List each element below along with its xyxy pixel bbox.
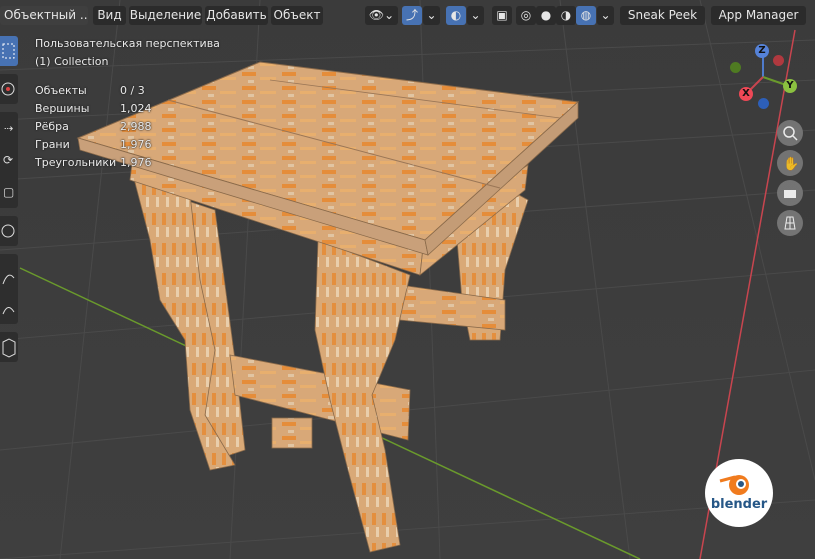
- stat-value: 1,024: [120, 102, 152, 115]
- blender-logo-text: blender: [710, 497, 768, 512]
- menu-add[interactable]: Добавить: [205, 6, 268, 25]
- cursor-icon: [1, 82, 15, 96]
- zoom-button[interactable]: [777, 120, 803, 146]
- blender-app: Объектный ... ⌄ Вид Выделение Добавить О…: [0, 0, 815, 559]
- solid-sphere-icon: ●: [540, 8, 552, 22]
- cube-icon: [2, 338, 16, 358]
- axis-y-ball[interactable]: Y: [783, 79, 797, 93]
- stat-label: Треугольники: [35, 156, 117, 169]
- axis-neg-y-ball[interactable]: [730, 62, 741, 73]
- wireframe-sphere-icon: ◎: [520, 8, 532, 22]
- cursor-tool[interactable]: [0, 74, 18, 104]
- select-box-icon: [2, 43, 15, 59]
- gizmo-icon: ⤴: [405, 8, 418, 22]
- xray-toggle-button[interactable]: ▣: [492, 6, 512, 25]
- viewport-header: Объектный ... ⌄ Вид Выделение Добавить О…: [0, 3, 815, 26]
- stat-value: 1,976: [120, 138, 152, 151]
- hand-icon: ✋: [783, 156, 799, 172]
- camera-icon: [784, 190, 796, 198]
- menu-object[interactable]: Объект: [271, 6, 323, 25]
- grid-icon: [784, 216, 796, 230]
- svg-text:⇢: ⇢: [4, 122, 13, 135]
- stat-label: Объекты: [35, 84, 87, 97]
- sneak-peek-button[interactable]: Sneak Peek: [620, 6, 705, 25]
- axis-x-ball[interactable]: X: [739, 87, 753, 101]
- svg-text:✋: ✋: [783, 156, 799, 172]
- shading-solid-button[interactable]: ●: [536, 6, 556, 25]
- view-name: Пользовательская перспектива: [35, 37, 220, 50]
- transform-gizmo-tool[interactable]: [0, 216, 18, 246]
- overlays-toggle-button[interactable]: ◐: [446, 6, 466, 25]
- transform-icons: ⇢ ⟳ ▢: [3, 122, 14, 199]
- transform-gizmo-icon: [1, 224, 15, 238]
- shading-material-button[interactable]: ◑: [556, 6, 576, 25]
- annotate-icons: [2, 274, 15, 315]
- axis-neg-x-ball[interactable]: [773, 55, 784, 66]
- gizmo-toggle-button[interactable]: ⤴: [402, 6, 422, 25]
- xray-icon: ▣: [496, 8, 508, 22]
- shading-dropdown[interactable]: ⌄: [597, 6, 614, 25]
- overlays-dropdown[interactable]: ⌄: [467, 6, 484, 25]
- annotate-tools[interactable]: [0, 254, 18, 324]
- svg-text:▢: ▢: [3, 185, 14, 199]
- blender-logo: blender: [705, 459, 773, 527]
- mode-label: Объектный ...: [4, 8, 88, 22]
- mode-select[interactable]: Объектный ... ⌄: [0, 6, 88, 25]
- eye-icon: 👁⌄: [368, 8, 395, 22]
- chevron-down-icon: ⌄: [600, 8, 611, 22]
- stat-label: Грани: [35, 138, 70, 151]
- material-sphere-icon: ◑: [560, 8, 572, 22]
- app-manager-button[interactable]: App Manager: [711, 6, 806, 25]
- menu-select[interactable]: Выделение: [129, 6, 202, 25]
- camera-view-button[interactable]: [777, 180, 803, 206]
- stat-label: Вершины: [35, 102, 90, 115]
- gizmo-dropdown[interactable]: ⌄: [423, 6, 440, 25]
- chevron-down-icon: ⌄: [426, 8, 437, 22]
- axis-z-ball[interactable]: Z: [755, 44, 769, 58]
- perspective-toggle-button[interactable]: [777, 210, 803, 236]
- transform-tools[interactable]: ⇢ ⟳ ▢: [0, 112, 18, 208]
- collection-name: (1) Collection: [35, 55, 109, 68]
- overlays-icon: ◐: [450, 8, 462, 22]
- stat-value: 0 / 3: [120, 84, 145, 97]
- rendered-sphere-icon: ◍: [580, 8, 592, 22]
- stat-label: Рёбра: [35, 120, 69, 133]
- select-box-tool[interactable]: [0, 36, 18, 66]
- add-cube-tool[interactable]: [0, 332, 18, 362]
- svg-text:⟳: ⟳: [3, 153, 13, 167]
- shading-wireframe-button[interactable]: ◎: [516, 6, 536, 25]
- stat-value: 2,988: [120, 120, 152, 133]
- shading-rendered-button[interactable]: ◍: [576, 6, 596, 25]
- menu-view[interactable]: Вид: [93, 6, 126, 25]
- blender-logo-icon: [719, 475, 749, 495]
- pan-button[interactable]: ✋: [777, 150, 803, 176]
- chevron-down-icon: ⌄: [470, 8, 481, 22]
- view-object-types-button[interactable]: 👁⌄: [365, 6, 398, 25]
- zoom-icon: [783, 126, 798, 141]
- stat-value: 1,976: [120, 156, 152, 169]
- axis-neg-z-ball[interactable]: [758, 98, 769, 109]
